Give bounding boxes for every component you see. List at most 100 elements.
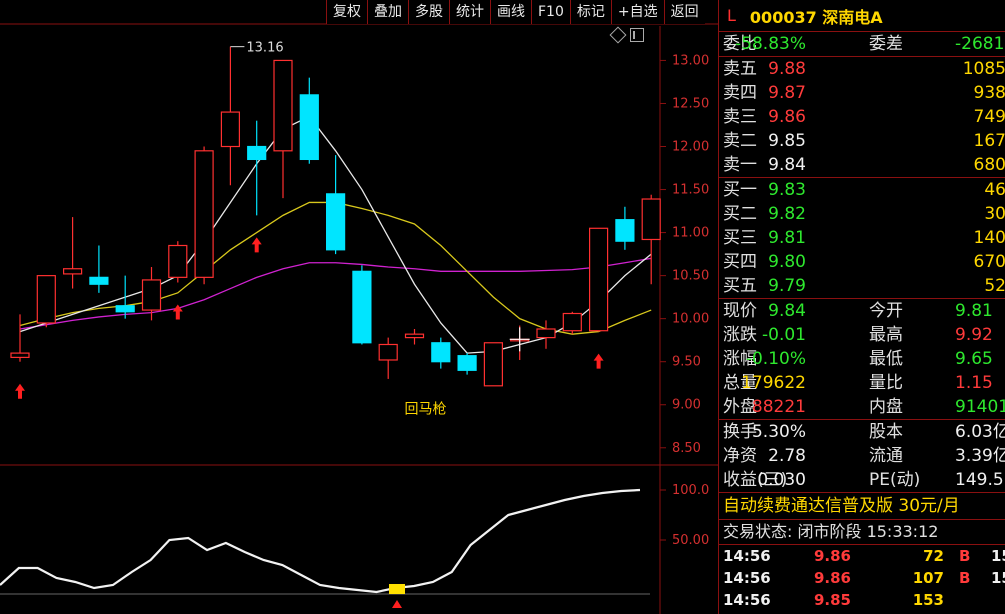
tick-count: 15	[991, 569, 1005, 587]
overlay-button[interactable]: 叠加	[367, 0, 408, 24]
order-price: 9.86	[768, 107, 806, 127]
fuquan-button[interactable]: 复权	[326, 0, 367, 24]
order-row[interactable]: 买三 9.81 140	[719, 226, 1005, 250]
candle[interactable]	[194, 150, 214, 278]
candle[interactable]	[588, 227, 609, 332]
order-level-label: 买一	[723, 180, 757, 200]
osc-axis-label: 50.00	[672, 533, 709, 548]
stat-value: 1.15	[955, 373, 993, 393]
order-level-label: 卖四	[723, 83, 757, 103]
order-row[interactable]: 卖一 9.84 680	[719, 153, 1005, 177]
draw-line-button[interactable]: 画线	[490, 0, 531, 24]
order-row[interactable]: 卖二 9.85 167	[719, 129, 1005, 153]
stat-label: 最高	[869, 325, 903, 345]
order-row[interactable]: 卖五 9.88 1085	[719, 57, 1005, 81]
candle[interactable]	[168, 244, 188, 278]
candle[interactable]	[247, 145, 267, 161]
candle[interactable]	[115, 305, 135, 313]
candle[interactable]	[326, 193, 346, 251]
price-axis-label: 10.00	[672, 312, 709, 327]
stat-label: PE(动)	[869, 470, 921, 490]
candle[interactable]	[483, 342, 503, 387]
level-indicator: L	[727, 6, 736, 25]
candle[interactable]	[273, 59, 293, 152]
candle[interactable]	[220, 111, 240, 148]
tick-bs: B	[959, 569, 971, 587]
subscription-ad-link[interactable]: 自动续费通达信普及版 30元/月	[719, 493, 1005, 520]
diamond-icon[interactable]	[609, 26, 627, 44]
order-level-label: 卖二	[723, 131, 757, 151]
weibi-value: -58.83%	[735, 34, 806, 54]
candle[interactable]	[10, 352, 30, 359]
tick-time: 14:56	[723, 591, 771, 609]
candle[interactable]	[641, 198, 661, 241]
tick-row: 14:56 9.85 153	[719, 589, 1005, 611]
stat-row: 总量 179622 量比 1.15	[719, 371, 1005, 395]
f10-button[interactable]: F10	[531, 0, 570, 24]
price-axis-label: 9.50	[672, 355, 701, 370]
stock-code-name[interactable]: 000037 深南电A	[750, 4, 883, 28]
order-row[interactable]: 卖四 9.87 938	[719, 81, 1005, 105]
order-volume: 680	[973, 155, 1005, 175]
stat-value: 5.30%	[751, 422, 806, 442]
candle[interactable]	[562, 312, 582, 332]
stat-value: 9.65	[955, 349, 993, 369]
stat-label: 净资	[723, 446, 757, 466]
price-axis-label: 12.00	[672, 140, 709, 155]
price-axis-label: 11.00	[672, 226, 709, 241]
statistics-button[interactable]: 统计	[449, 0, 490, 24]
osc-axis-label: 100.0	[672, 483, 709, 498]
order-row[interactable]: 买五 9.79 52	[719, 274, 1005, 298]
order-price: 9.82	[768, 204, 806, 224]
candle[interactable]	[141, 279, 162, 311]
stat-label: 涨跌	[723, 325, 757, 345]
stat-row: 收益(三) 0.030 PE(动) 149.5	[719, 468, 1005, 492]
tick-row: 14:56 9.86 72 B 15	[719, 545, 1005, 567]
order-level-label: 卖一	[723, 155, 757, 175]
candle[interactable]	[89, 276, 109, 285]
stat-value: 0.030	[757, 470, 806, 490]
order-row[interactable]: 卖三 9.86 749	[719, 105, 1005, 129]
order-volume: 670	[973, 252, 1005, 272]
candle[interactable]	[404, 333, 425, 339]
candle[interactable]	[62, 268, 83, 275]
candle[interactable]	[536, 328, 556, 339]
add-watchlist-button[interactable]: +自选	[610, 0, 664, 24]
panel-toggle-icon[interactable]	[630, 28, 644, 42]
stat-value: 179622	[741, 373, 806, 393]
candle[interactable]	[299, 94, 319, 161]
candle[interactable]	[36, 275, 56, 324]
stat-value: 91401	[955, 397, 1005, 417]
stat-label: 量比	[869, 373, 903, 393]
stat-value: 3.39亿	[955, 446, 1005, 466]
stat-value: -0.01	[762, 325, 806, 345]
candle[interactable]	[352, 270, 372, 344]
stat-value: 149.5	[955, 470, 1004, 490]
candle[interactable]	[615, 219, 635, 242]
chart-toolbar: 复权 叠加 多股 统计 画线 F10 标记 +自选 返回	[326, 0, 705, 24]
stat-row: 现价 9.84 今开 9.81	[719, 299, 1005, 323]
tick-bs: B	[959, 547, 971, 565]
kline-chart[interactable]: 13.00 12.50 12.00 11.50 11.00 10.50 10.00 9.50 9…	[0, 0, 718, 614]
back-button[interactable]: 返回	[663, 0, 705, 24]
mark-button[interactable]: 标记	[569, 0, 611, 24]
oscillator-line	[0, 488, 641, 594]
tick-list[interactable]: 14:56 9.86 72 B 15 14:56 9.86 107 B 15 14:56 9.85 15…	[719, 545, 1005, 611]
price-axis-label: 10.50	[672, 269, 709, 284]
order-row[interactable]: 买四 9.80 670	[719, 250, 1005, 274]
tick-volume: 153	[912, 591, 944, 609]
candle[interactable]	[378, 343, 398, 361]
quote-header: L 000037 深南电A	[719, 0, 1005, 32]
order-level-label: 买四	[723, 252, 757, 272]
candle[interactable]	[457, 355, 477, 371]
stat-value: 2.78	[768, 446, 806, 466]
order-volume: 938	[973, 83, 1005, 103]
stat-row: 净资 2.78 流通 3.39亿	[719, 444, 1005, 468]
order-level-label: 买二	[723, 204, 757, 224]
tick-volume: 107	[912, 569, 944, 587]
candle[interactable]	[431, 342, 451, 363]
order-row[interactable]: 买一 9.83 46	[719, 178, 1005, 202]
stat-value: -0.10%	[745, 349, 806, 369]
multi-stock-button[interactable]: 多股	[408, 0, 449, 24]
order-row[interactable]: 买二 9.82 30	[719, 202, 1005, 226]
